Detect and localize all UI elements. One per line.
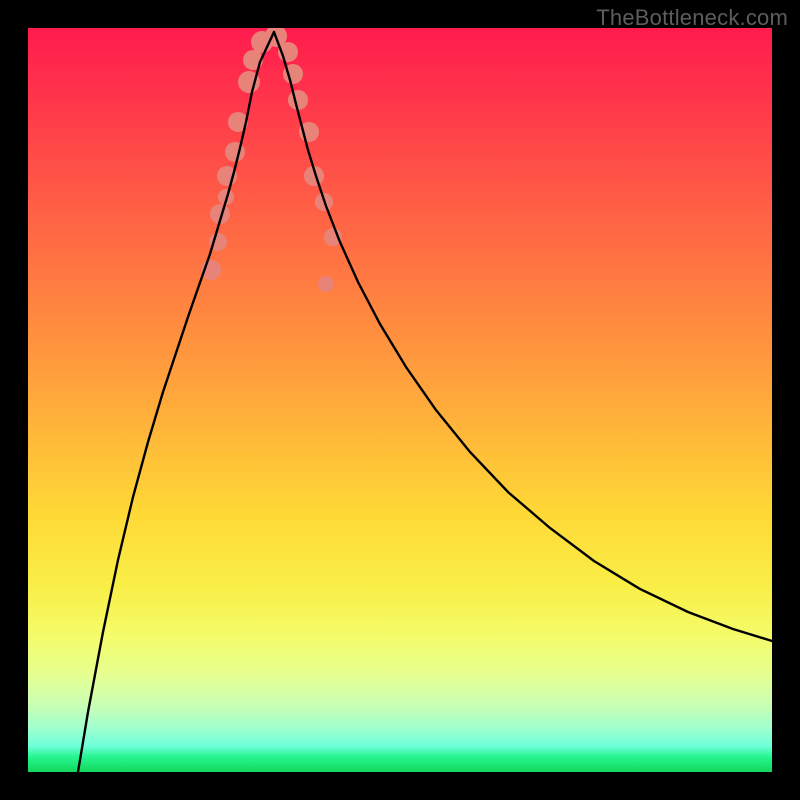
curve-right-branch <box>274 32 772 641</box>
chart-frame: TheBottleneck.com <box>0 0 800 800</box>
curve-left-branch <box>78 32 274 772</box>
marker-group <box>201 28 342 292</box>
plot-area <box>28 28 772 772</box>
curve-layer <box>28 28 772 772</box>
data-marker <box>225 142 245 162</box>
data-marker <box>318 276 334 292</box>
watermark-text: TheBottleneck.com <box>596 5 788 31</box>
